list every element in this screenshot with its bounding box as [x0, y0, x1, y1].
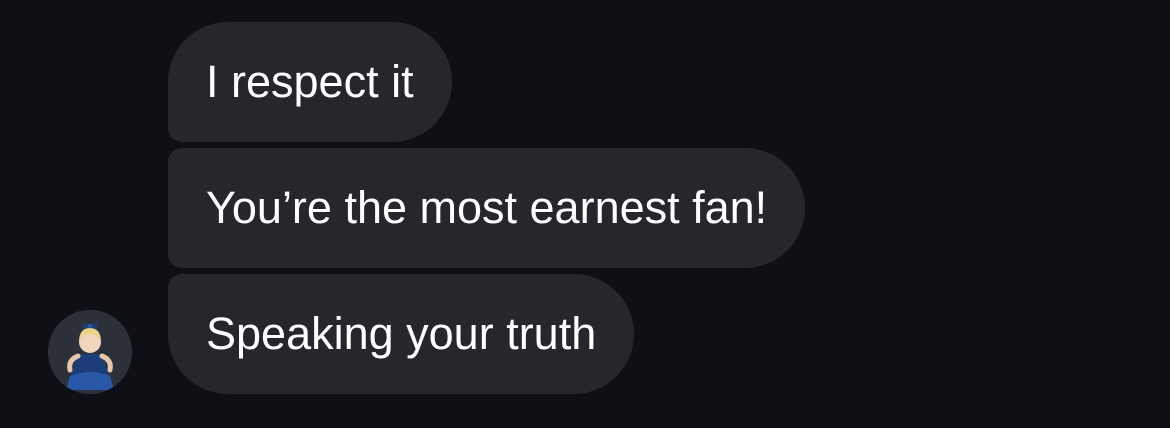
- message-thread: I respect it You’re the most earnest fan…: [0, 0, 1170, 428]
- child-portrait-avatar-icon: [48, 310, 132, 394]
- message-text: I respect it: [206, 56, 414, 107]
- message-bubble[interactable]: Speaking your truth: [168, 274, 635, 394]
- message-text: Speaking your truth: [206, 308, 597, 359]
- message-bubble[interactable]: I respect it: [168, 22, 452, 142]
- message-bubble[interactable]: You’re the most earnest fan!: [168, 148, 806, 268]
- sender-avatar[interactable]: [48, 310, 132, 394]
- message-text: You’re the most earnest fan!: [206, 182, 768, 233]
